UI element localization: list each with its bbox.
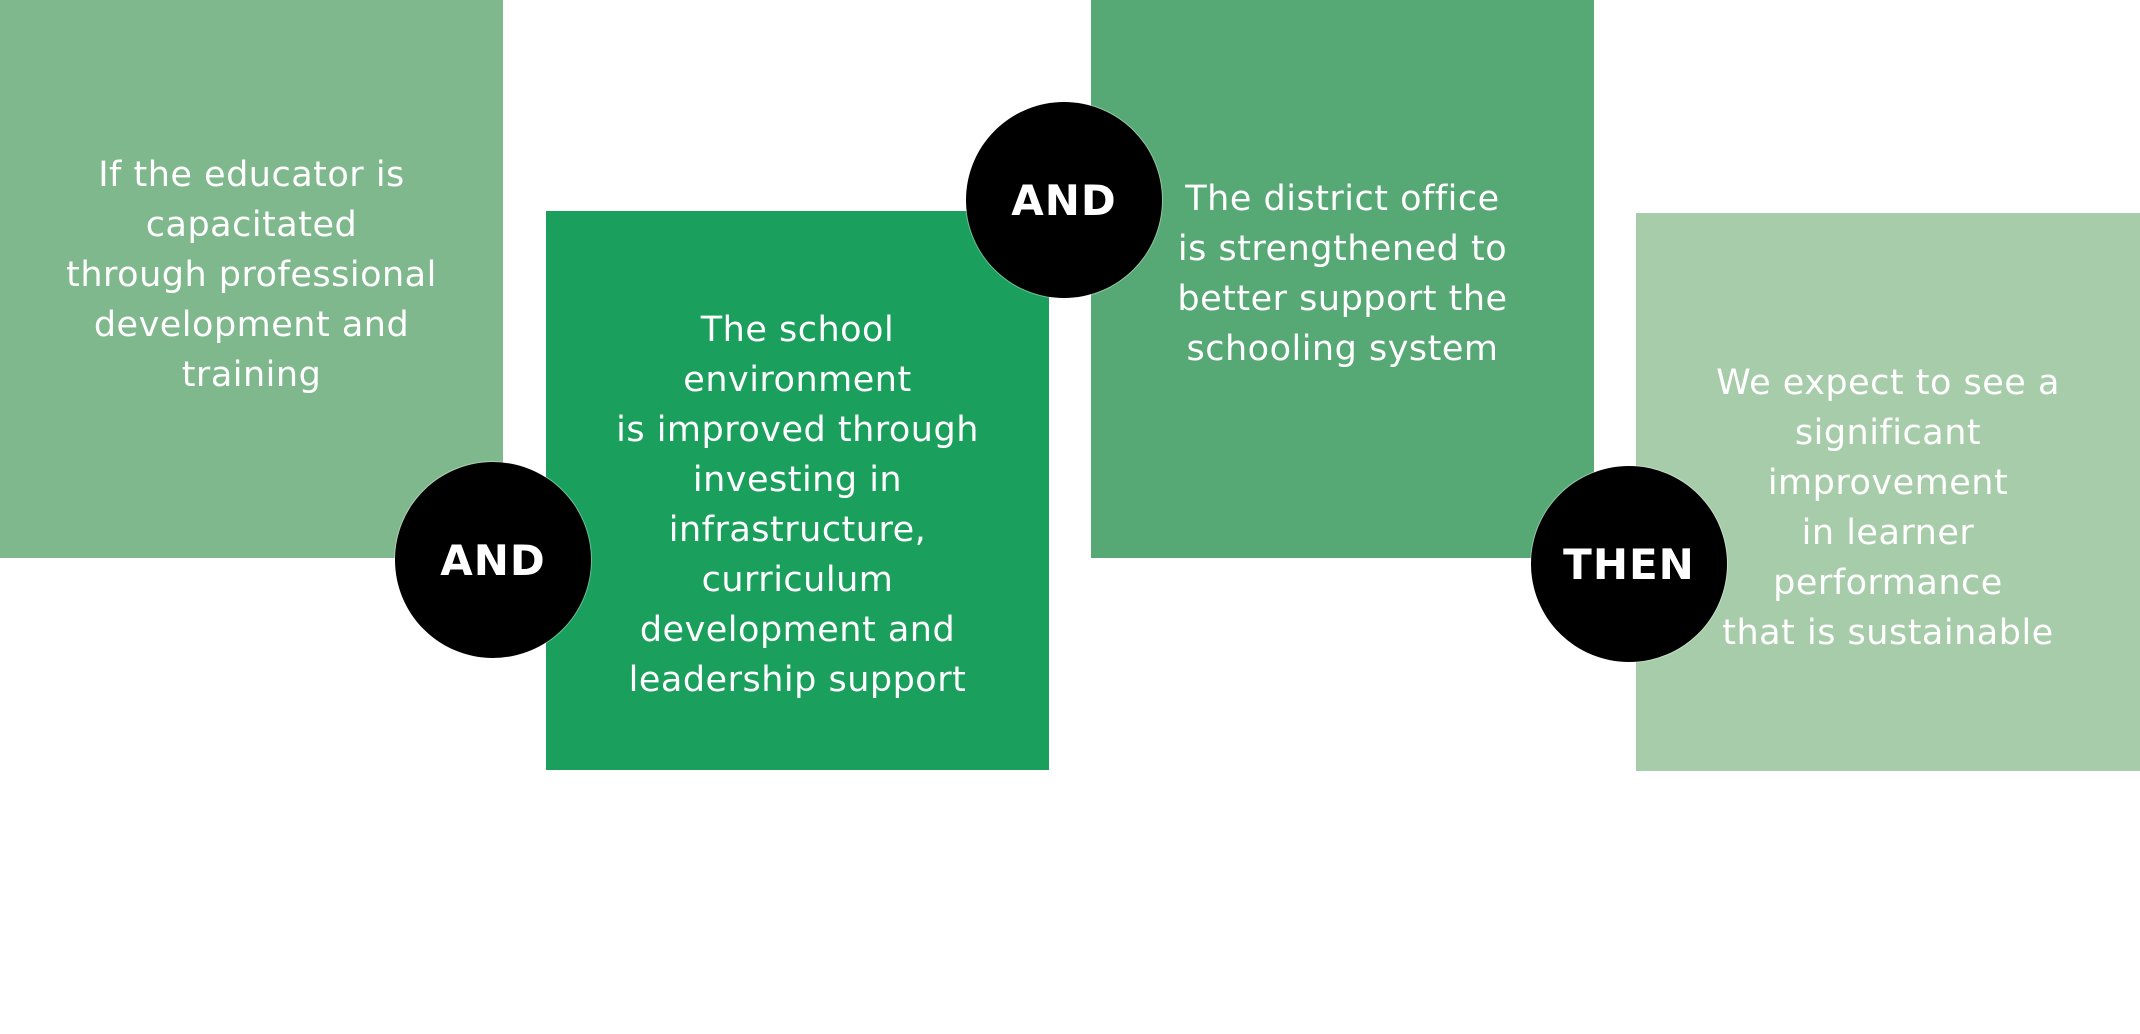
expected-outcome-box: We expect to see a significant improveme… xyxy=(1636,213,2140,771)
and-connector-circle: AND xyxy=(395,462,591,658)
district-office-condition-text: The district office is strengthened to b… xyxy=(1177,179,1508,369)
district-office-condition-box: The district office is strengthened to b… xyxy=(1091,0,1594,558)
educator-condition-text: If the educator is capacitated through p… xyxy=(66,155,437,395)
and-connector-circle: AND xyxy=(966,102,1162,298)
school-environment-condition-text: The school environment is improved throu… xyxy=(616,310,979,700)
expected-outcome-text: We expect to see a significant improveme… xyxy=(1716,363,2060,653)
and-connector-label: AND xyxy=(440,535,546,585)
then-connector-circle: THEN xyxy=(1531,466,1727,662)
educator-condition-box: If the educator is capacitated through p… xyxy=(0,0,503,558)
theory-of-change-diagram: If the educator is capacitated through p… xyxy=(0,0,2140,1034)
then-connector-label: THEN xyxy=(1563,539,1695,589)
school-environment-condition-box: The school environment is improved throu… xyxy=(546,211,1049,770)
and-connector-label: AND xyxy=(1011,175,1117,225)
